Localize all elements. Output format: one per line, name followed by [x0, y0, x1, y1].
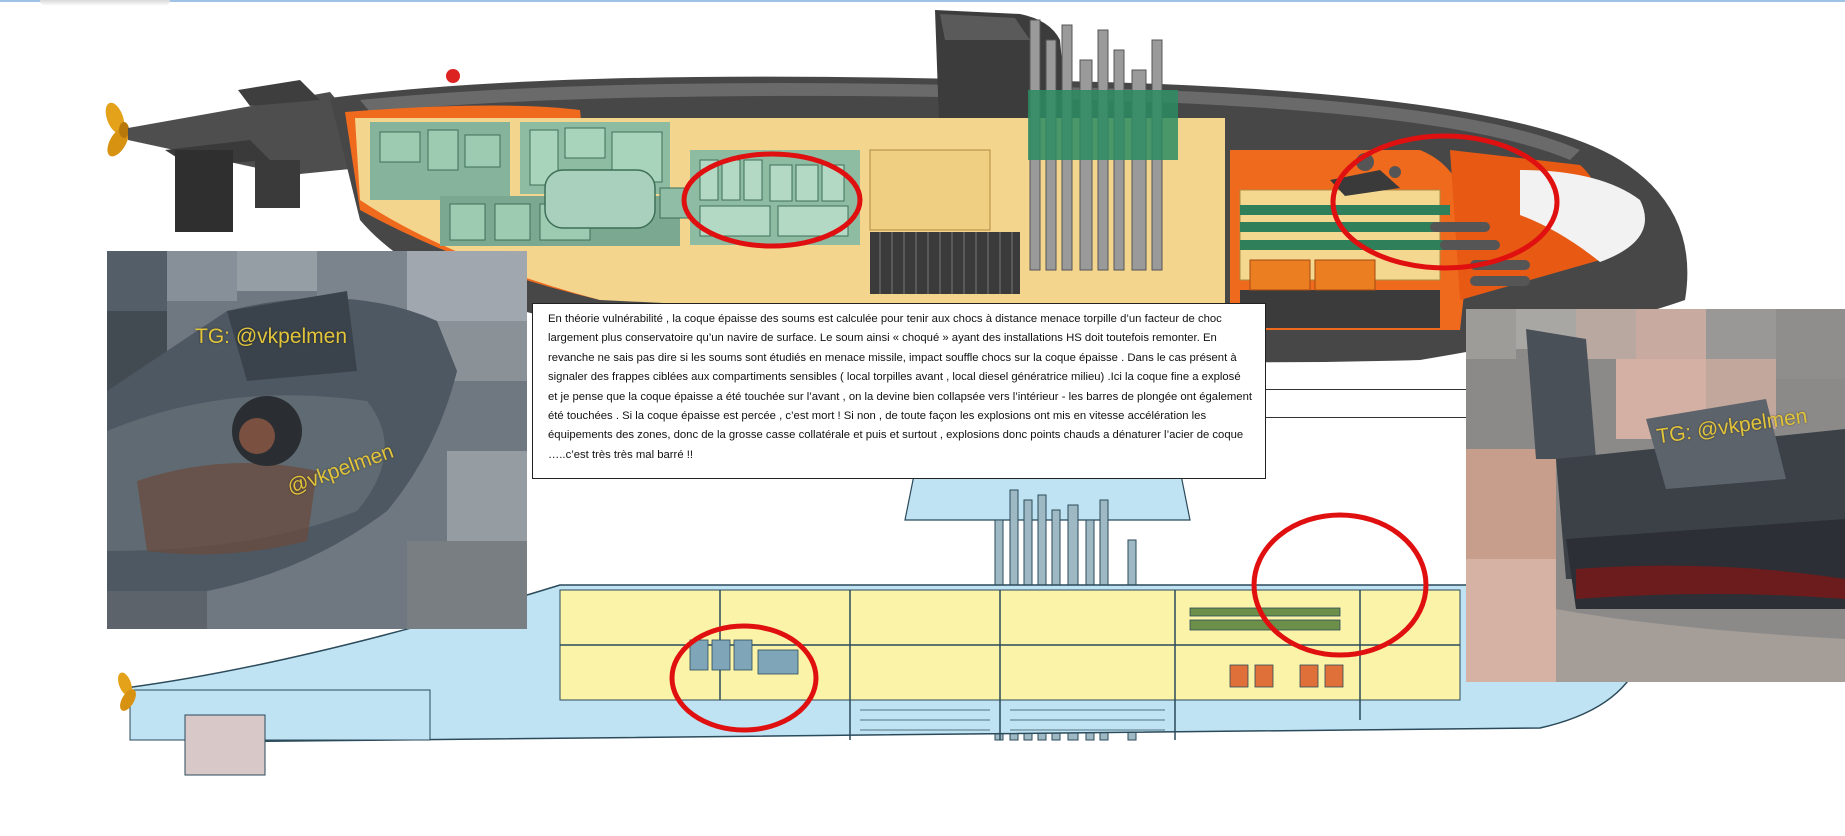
rudder-bottom — [184, 714, 266, 776]
rudder-lower — [175, 150, 233, 232]
damage-photo-right: TG: @vkpelmen — [1466, 309, 1845, 682]
annotation-text-box: En théorie vulnérabilité , la coque épai… — [532, 303, 1266, 479]
connector-line-upper — [1266, 389, 1466, 390]
damage-photo-left: TG: @vkpelmen @vkpelmen — [107, 251, 527, 629]
watermark-top: TG: @vkpelmen — [195, 325, 348, 348]
connector-line-lower — [1266, 417, 1466, 418]
annotation-paragraph: En théorie vulnérabilité , la coque épai… — [548, 313, 1252, 461]
